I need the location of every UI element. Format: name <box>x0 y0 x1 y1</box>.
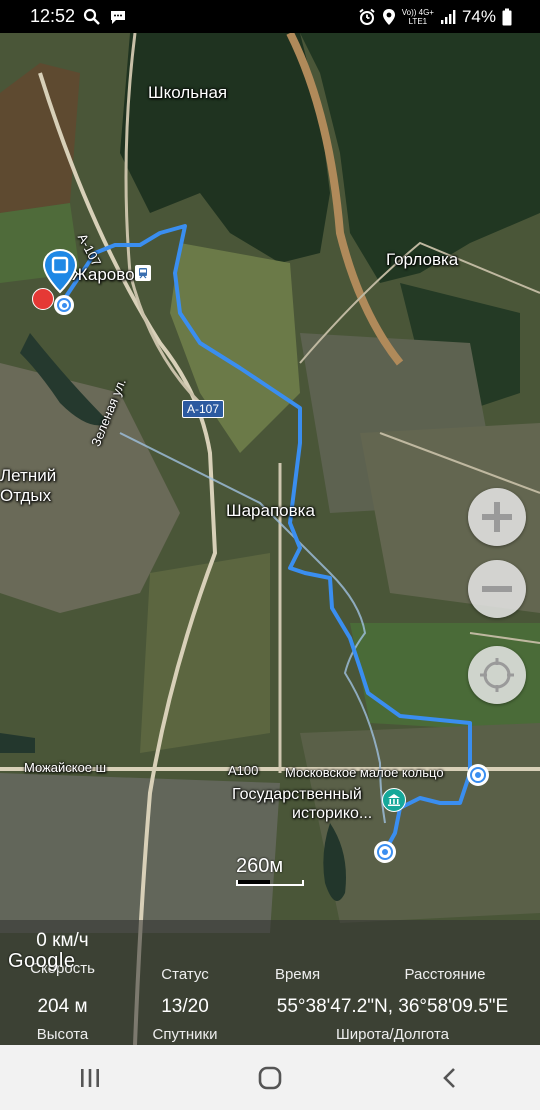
status-label: Статус <box>161 966 209 983</box>
road-label-mozhayskoe: Можайское ш <box>24 760 107 775</box>
place-label-museum-line1: Государственный <box>232 786 362 803</box>
zoom-in-button[interactable] <box>468 488 526 546</box>
road-label-ring: Московское малое кольцо <box>285 765 444 780</box>
home-icon <box>258 1066 282 1089</box>
status-time: 12:52 <box>30 6 76 26</box>
museum-icon[interactable] <box>382 788 406 812</box>
minus-icon <box>482 586 512 592</box>
home-button[interactable] <box>240 1058 300 1098</box>
zoom-out-button[interactable] <box>468 560 526 618</box>
recent-apps-icon <box>81 1068 99 1087</box>
track-waypoint-marker[interactable] <box>467 764 489 786</box>
place-label-zharovo: Жарово <box>72 265 135 284</box>
coordinates-value: 55°38'47.2"N, 36°58'09.5"E <box>276 996 509 1017</box>
network-indicator: Vo)) 4G+ LTE1 <box>402 8 434 26</box>
satellite-imagery <box>0 33 540 1045</box>
my-location-button[interactable] <box>468 646 526 704</box>
time-label: Время <box>274 966 321 983</box>
recent-apps-button[interactable] <box>60 1058 120 1098</box>
system-nav-bar <box>0 1045 540 1110</box>
crosshair-icon <box>480 658 514 692</box>
location-icon <box>382 8 396 26</box>
battery-icon <box>502 8 512 26</box>
coordinates-label: Широта/Долгота <box>336 1026 449 1043</box>
plus-icon <box>482 502 512 532</box>
map-view[interactable]: Школьная Горловка Жарово Летний Отдых Ша… <box>0 33 540 1045</box>
alarm-icon <box>358 8 376 26</box>
place-label-gorlovka: Горловка <box>386 250 459 269</box>
track-end-marker[interactable] <box>374 841 396 863</box>
search-icon <box>83 8 101 26</box>
info-panel: 0 км/ч Скорость Статус Время Расстояние … <box>0 920 540 1045</box>
place-label-otdykh: Отдых <box>0 486 52 505</box>
altitude-label: Высота <box>36 1026 89 1043</box>
message-icon <box>109 8 127 26</box>
battery-percent: 74% <box>461 6 496 26</box>
satellites-label: Спутники <box>152 1026 218 1043</box>
back-icon <box>443 1067 455 1088</box>
distance-label: Расстояние <box>404 966 486 983</box>
altitude-value: 204 м <box>37 996 88 1017</box>
speed-value: 0 км/ч <box>36 930 89 951</box>
signal-icon <box>440 9 456 25</box>
place-label-letniy: Летний <box>0 466 57 485</box>
place-label-shkolnaya: Школьная <box>148 83 228 102</box>
train-station-icon <box>135 265 151 281</box>
satellites-value: 13/20 <box>161 996 209 1017</box>
road-shield-a107: А-107 <box>182 400 225 418</box>
place-label-sharapovka: Шараповка <box>226 501 315 520</box>
track-start-marker[interactable] <box>54 295 74 315</box>
map-scale-label: 260м <box>236 855 284 877</box>
back-button[interactable] <box>420 1058 480 1098</box>
place-label-museum-line2: историко... <box>292 805 373 822</box>
location-pin-icon[interactable] <box>42 248 78 299</box>
google-attribution: Google <box>8 950 76 972</box>
network-top-text: Vo)) 4G+ <box>401 7 434 17</box>
status-bar: 12:52 Vo)) 4G+ LTE1 74% <box>0 0 540 33</box>
map-scale-bar <box>236 880 304 886</box>
network-bottom-text: LTE1 <box>408 16 428 26</box>
road-label-a100: А100 <box>228 763 259 778</box>
